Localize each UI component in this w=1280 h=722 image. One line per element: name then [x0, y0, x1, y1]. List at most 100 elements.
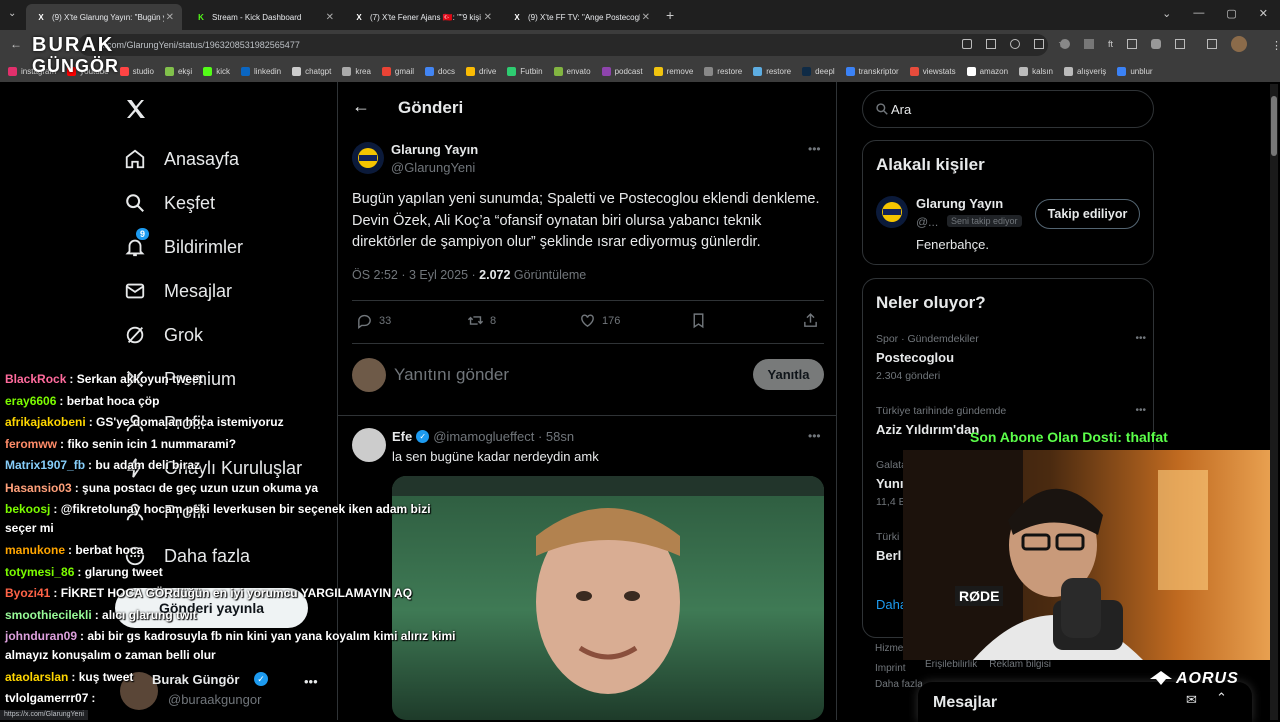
maximize-button[interactable]: ▢ [1226, 7, 1236, 20]
bookmark-item[interactable]: podcast [601, 66, 643, 76]
nav-explore[interactable]: Keşfet [124, 188, 215, 218]
author-name[interactable]: Glarung Yayın [391, 142, 478, 157]
profile-dropdown-icon[interactable]: ⌄ [1162, 7, 1171, 20]
trend-more-icon[interactable]: ••• [1135, 333, 1146, 344]
close-window-button[interactable]: ✕ [1259, 7, 1268, 20]
tab-close-icon[interactable]: ✕ [642, 12, 650, 23]
trend-item[interactable]: Spor · Gündemdekiler Postecoglou 2.304 g… [876, 333, 1146, 382]
share-action[interactable] [802, 312, 819, 332]
bookmark-item[interactable]: unblur [1117, 66, 1153, 76]
tab-close-icon[interactable]: ✕ [166, 12, 174, 23]
nav-messages[interactable]: Mesajlar [124, 276, 232, 306]
related-avatar[interactable] [876, 196, 908, 228]
reply-input[interactable]: Yanıtını gönder [394, 365, 509, 385]
bookmark-action[interactable] [690, 312, 707, 332]
nav-notifications[interactable]: 9 Bildirimler [124, 228, 243, 262]
chat-username: feromww [5, 437, 58, 451]
bookmark-item[interactable]: kalsın [1019, 66, 1053, 76]
tab-close-icon[interactable]: ✕ [326, 12, 334, 23]
tab-search-chevron-icon[interactable]: ⌄ [8, 8, 16, 19]
chat-username: Matrix1907_fb [5, 458, 86, 472]
account-switcher[interactable]: Burak Güngör ✓ @buraakgungor ••• [118, 668, 328, 712]
puzzle-icon[interactable] [1175, 39, 1186, 49]
bookmark-item[interactable]: restore [753, 66, 791, 76]
repost-action[interactable]: 8 [467, 312, 496, 329]
related-handle[interactable]: @... [916, 215, 938, 229]
bookmark-item[interactable]: amazon [966, 66, 1008, 76]
bookmark-item[interactable]: remove [653, 66, 693, 76]
cast-icon[interactable] [962, 39, 972, 49]
more-dots-icon[interactable]: ••• [304, 674, 318, 689]
reply-action[interactable]: 33 [356, 312, 391, 329]
extension-icon[interactable] [1060, 39, 1070, 49]
reply-handle[interactable]: @imamoglueffect · 58sn [433, 429, 574, 444]
trend-more-icon[interactable]: ••• [1135, 405, 1146, 416]
sidebar-icon[interactable] [1207, 39, 1218, 49]
zoom-icon[interactable] [1010, 39, 1020, 49]
bookmark-item[interactable]: restore [704, 66, 742, 76]
browser-tab[interactable]: X (7) X'te Fener Ajans 🇹🇷: ""9 kişi il ✕ [344, 4, 500, 30]
profile-avatar[interactable] [1231, 36, 1248, 52]
expand-icon[interactable]: ⌃ [1216, 690, 1227, 706]
browser-tab[interactable]: X (9) X'te Glarung Yayın: "Bugün y ✕ [26, 4, 182, 30]
bookmark-favicon-icon [1019, 66, 1029, 76]
search-input[interactable]: Ara [891, 102, 911, 117]
reply-avatar[interactable] [352, 428, 386, 462]
bookmark-item[interactable]: deepl [802, 66, 835, 76]
browser-tab[interactable]: K Stream - Kick Dashboard ✕ [186, 4, 342, 30]
page-scrollbar[interactable] [1270, 84, 1278, 720]
reply-author[interactable]: Efe [392, 429, 412, 444]
repost-icon [467, 316, 484, 325]
bookmark-item[interactable]: linkedin [240, 66, 281, 76]
nav-home[interactable]: Anasayfa [124, 144, 239, 174]
bookmark-item[interactable]: alışveriş [1063, 66, 1106, 76]
extension-icon[interactable] [1151, 39, 1162, 49]
post-more-icon[interactable]: ••• [808, 142, 821, 156]
like-action[interactable]: 176 [579, 312, 620, 329]
extension-icon[interactable] [1084, 39, 1094, 49]
bookmark-item[interactable]: gmail [381, 66, 414, 76]
bookmark-item[interactable]: docs [425, 66, 455, 76]
subscriber-banner: Son Abone Olan Dosti: thalfat [970, 429, 1168, 445]
reply-button[interactable]: Yanıtla [753, 359, 824, 390]
related-name[interactable]: Glarung Yayın [916, 196, 1003, 211]
bookmark-favicon-icon [342, 66, 352, 76]
scrollbar-thumb[interactable] [1271, 96, 1277, 156]
footer-link[interactable]: Reklam bilgisi [989, 659, 1051, 670]
messages-drawer[interactable]: Mesajlar ✉ ⌃ [918, 682, 1252, 722]
post-time[interactable]: ÖS 2:52 · 3 Eyl 2025 · [352, 268, 479, 282]
reply-more-icon[interactable]: ••• [808, 429, 821, 443]
extension-icon[interactable]: ft [1108, 39, 1113, 52]
follow-button[interactable]: Takip ediliyor [1035, 199, 1140, 229]
tab-close-icon[interactable]: ✕ [484, 12, 492, 23]
bookmark-item[interactable]: drive [465, 66, 496, 76]
back-icon[interactable]: ← [10, 37, 22, 51]
x-logo-icon[interactable] [124, 97, 148, 126]
browser-tab[interactable]: X (9) X'te FF TV: "Ange Postecogl ✕ [502, 4, 658, 30]
menu-dots-icon[interactable]: ⋮ [1271, 39, 1280, 52]
author-avatar[interactable] [352, 142, 384, 174]
back-arrow-icon[interactable]: ← [352, 96, 370, 117]
new-tab-button[interactable]: + [666, 7, 674, 23]
minimize-button[interactable]: — [1193, 7, 1204, 20]
bookmark-item[interactable]: transkriptor [845, 66, 899, 76]
bookmark-item[interactable]: krea [342, 66, 371, 76]
search-box[interactable]: Ara [862, 90, 1154, 128]
share-icon[interactable] [1034, 39, 1044, 49]
footer-link[interactable]: Erişilebilirlik [925, 659, 977, 670]
url-input[interactable]: x.com/GlarungYeni/status/196320853198256… [78, 34, 1048, 56]
footer-link[interactable]: Imprint [875, 659, 915, 679]
nav-grok[interactable]: Grok [124, 320, 203, 350]
bookmark-item[interactable]: ekşi [164, 66, 192, 76]
footer-link[interactable]: Daha fazla [875, 679, 923, 690]
reply-image[interactable] [392, 476, 824, 720]
bookmark-item[interactable]: chatgpt [292, 66, 331, 76]
new-message-icon[interactable]: ✉ [1186, 692, 1197, 708]
bookmark-item[interactable]: viewstats [909, 66, 956, 76]
bookmark-item[interactable]: envato [553, 66, 591, 76]
bookmark-item[interactable]: Futbin [507, 66, 543, 76]
translate-icon[interactable] [986, 39, 996, 49]
extension-icon[interactable] [1127, 39, 1138, 49]
author-handle[interactable]: @GlarungYeni [391, 160, 475, 175]
bookmark-item[interactable]: kick [203, 66, 230, 76]
